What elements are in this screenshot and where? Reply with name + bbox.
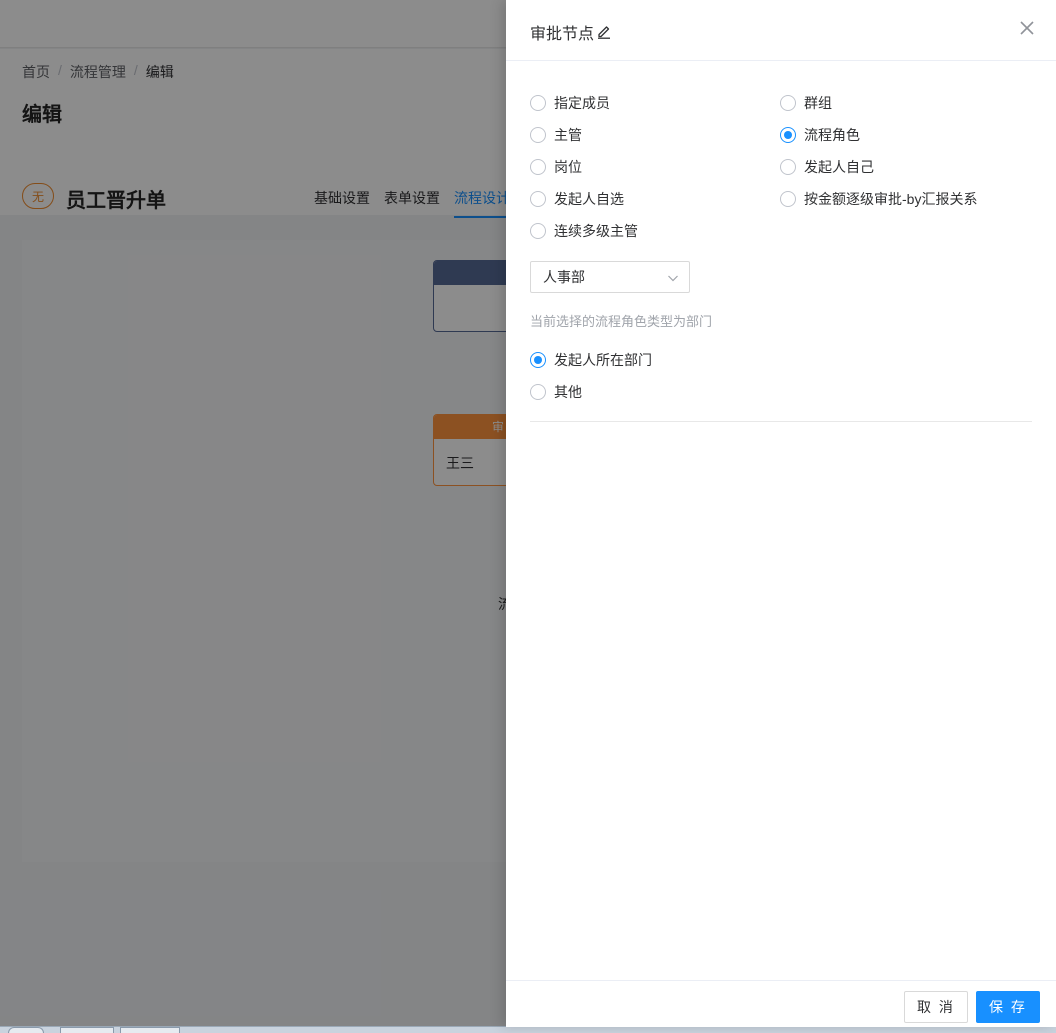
drawer-title: 审批节点	[530, 20, 612, 44]
role-type-hint: 当前选择的流程角色类型为部门	[530, 314, 713, 329]
taskbar-app-button[interactable]	[60, 1027, 114, 1033]
save-button[interactable]: 保 存	[976, 991, 1040, 1023]
section-divider	[530, 421, 1032, 422]
radio-circle[interactable]	[530, 191, 546, 207]
radio-circle[interactable]	[780, 127, 796, 143]
radio-initiator-select[interactable]: 发起人自选	[530, 189, 624, 209]
radio-label: 主管	[554, 127, 582, 143]
radio-label: 按金额逐级审批-by汇报关系	[804, 191, 978, 207]
radio-circle[interactable]	[780, 95, 796, 111]
approval-node-drawer: 审批节点 指定成员 主管 岗位 发起人自选 连续多级主管 群组 流程角色 发起人…	[506, 0, 1056, 1027]
radio-circle[interactable]	[780, 159, 796, 175]
taskbar-app-button[interactable]	[120, 1027, 180, 1033]
chevron-down-icon	[667, 271, 679, 283]
drawer-title-text: 审批节点	[530, 26, 595, 43]
radio-label: 群组	[804, 95, 832, 111]
radio-position[interactable]: 岗位	[530, 157, 582, 177]
edit-pencil-icon[interactable]	[596, 24, 612, 40]
taskbar-start-button[interactable]	[8, 1027, 44, 1033]
radio-label: 流程角色	[804, 127, 860, 143]
radio-circle[interactable]	[530, 384, 546, 400]
radio-amount-level-approval[interactable]: 按金额逐级审批-by汇报关系	[780, 189, 977, 209]
close-icon[interactable]	[1018, 19, 1036, 37]
radio-label: 发起人自选	[554, 191, 624, 207]
radio-label: 连续多级主管	[554, 223, 638, 239]
radio-initiator-self[interactable]: 发起人自己	[780, 157, 874, 177]
drawer-footer: 取 消 保 存	[506, 980, 1056, 1027]
radio-label: 岗位	[554, 159, 582, 175]
drawer-header: 审批节点	[506, 0, 1056, 61]
radio-circle[interactable]	[530, 95, 546, 111]
radio-supervisor[interactable]: 主管	[530, 125, 582, 145]
radio-flow-role[interactable]: 流程角色	[780, 125, 860, 145]
radio-label: 其他	[554, 384, 582, 400]
role-select-value: 人事部	[543, 269, 585, 285]
radio-circle[interactable]	[780, 191, 796, 207]
cancel-button[interactable]: 取 消	[904, 991, 968, 1023]
radio-circle[interactable]	[530, 159, 546, 175]
radio-other-department[interactable]: 其他	[530, 382, 582, 402]
radio-group[interactable]: 群组	[780, 93, 832, 113]
radio-label: 发起人自己	[804, 159, 874, 175]
radio-circle[interactable]	[530, 223, 546, 239]
radio-circle[interactable]	[530, 352, 546, 368]
radio-label: 发起人所在部门	[554, 352, 652, 368]
radio-circle[interactable]	[530, 127, 546, 143]
radio-multi-level-supervisor[interactable]: 连续多级主管	[530, 221, 638, 241]
role-select[interactable]: 人事部	[530, 261, 690, 293]
radio-specified-member[interactable]: 指定成员	[530, 93, 610, 113]
radio-label: 指定成员	[554, 95, 610, 111]
radio-initiator-department[interactable]: 发起人所在部门	[530, 350, 652, 370]
